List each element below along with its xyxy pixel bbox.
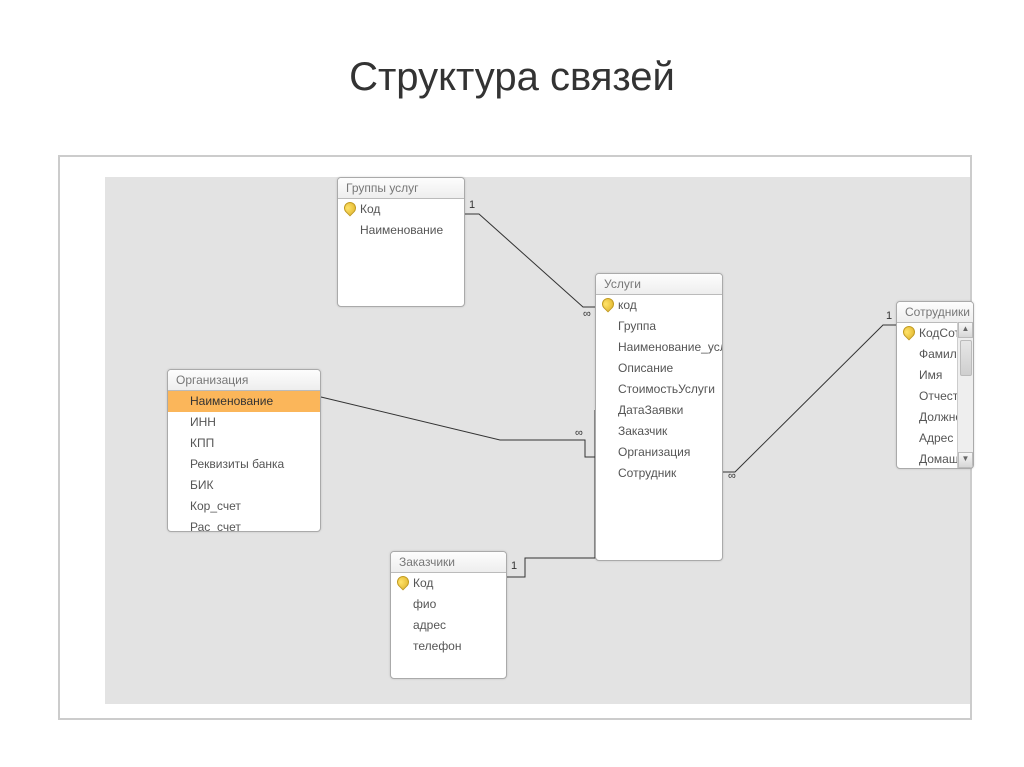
entity-groups[interactable]: Группы услуг Код Наименование — [337, 177, 465, 307]
scroll-thumb[interactable] — [960, 340, 972, 376]
entity-org[interactable]: Организация Наименование ИНН КПП Реквизи… — [167, 369, 321, 532]
rel-groups-services-many: ∞ — [583, 308, 591, 320]
entity-services-field-5[interactable]: ДатаЗаявки — [596, 400, 722, 421]
entity-org-field-6[interactable]: Рас_счет — [168, 517, 320, 532]
diagram-frame: 1 ∞ ∞ 1 1 ∞ Группы услуг Код Наименовани… — [58, 155, 972, 720]
entity-services-field-4[interactable]: СтоимостьУслуги — [596, 379, 722, 400]
entity-groups-title: Группы услуг — [338, 178, 464, 199]
scroll-up-button[interactable]: ▲ — [958, 322, 973, 338]
entity-services-field-0[interactable]: код — [596, 295, 722, 316]
entity-org-field-4[interactable]: БИК — [168, 475, 320, 496]
rel-employees-services-one: 1 — [886, 310, 892, 322]
entity-org-title: Организация — [168, 370, 320, 391]
entity-services-title: Услуги — [596, 274, 722, 295]
entity-org-field-2[interactable]: КПП — [168, 433, 320, 454]
entity-employees-scrollbar[interactable]: ▲ ▼ — [957, 322, 973, 468]
entity-customers-field-2[interactable]: адрес — [391, 615, 506, 636]
entity-services-field-3[interactable]: Описание — [596, 358, 722, 379]
entity-employees-title: Сотрудники — [897, 302, 973, 323]
entity-services-field-7[interactable]: Организация — [596, 442, 722, 463]
entity-customers-field-3[interactable]: телефон — [391, 636, 506, 657]
rel-customers-services-one: 1 — [511, 560, 517, 572]
entity-org-field-3[interactable]: Реквизиты банка — [168, 454, 320, 475]
entity-customers-title: Заказчики — [391, 552, 506, 573]
entity-services-field-1[interactable]: Группа — [596, 316, 722, 337]
entity-groups-field-0[interactable]: Код — [338, 199, 464, 220]
entity-services-field-2[interactable]: Наименование_услу — [596, 337, 722, 358]
entity-services-field-8[interactable]: Сотрудник — [596, 463, 722, 484]
entity-org-field-1[interactable]: ИНН — [168, 412, 320, 433]
rel-org-services-many: ∞ — [575, 427, 583, 439]
entity-customers-field-0[interactable]: Код — [391, 573, 506, 594]
rel-employees-services-many: ∞ — [728, 470, 736, 482]
entity-org-field-5[interactable]: Кор_счет — [168, 496, 320, 517]
entity-customers-field-1[interactable]: фио — [391, 594, 506, 615]
diagram-canvas[interactable]: 1 ∞ ∞ 1 1 ∞ Группы услуг Код Наименовани… — [105, 177, 970, 704]
rel-groups-services-one: 1 — [469, 199, 475, 211]
entity-services-field-6[interactable]: Заказчик — [596, 421, 722, 442]
scroll-down-button[interactable]: ▼ — [958, 452, 973, 468]
entity-employees[interactable]: Сотрудники КодСотруд Фамилия Имя Отчеств… — [896, 301, 974, 469]
page-title: Структура связей — [0, 0, 1024, 100]
entity-services[interactable]: Услуги код Группа Наименование_услу Опис… — [595, 273, 723, 561]
entity-groups-field-1[interactable]: Наименование — [338, 220, 464, 241]
entity-org-field-0[interactable]: Наименование — [168, 391, 320, 412]
entity-customers[interactable]: Заказчики Код фио адрес телефон — [390, 551, 507, 679]
